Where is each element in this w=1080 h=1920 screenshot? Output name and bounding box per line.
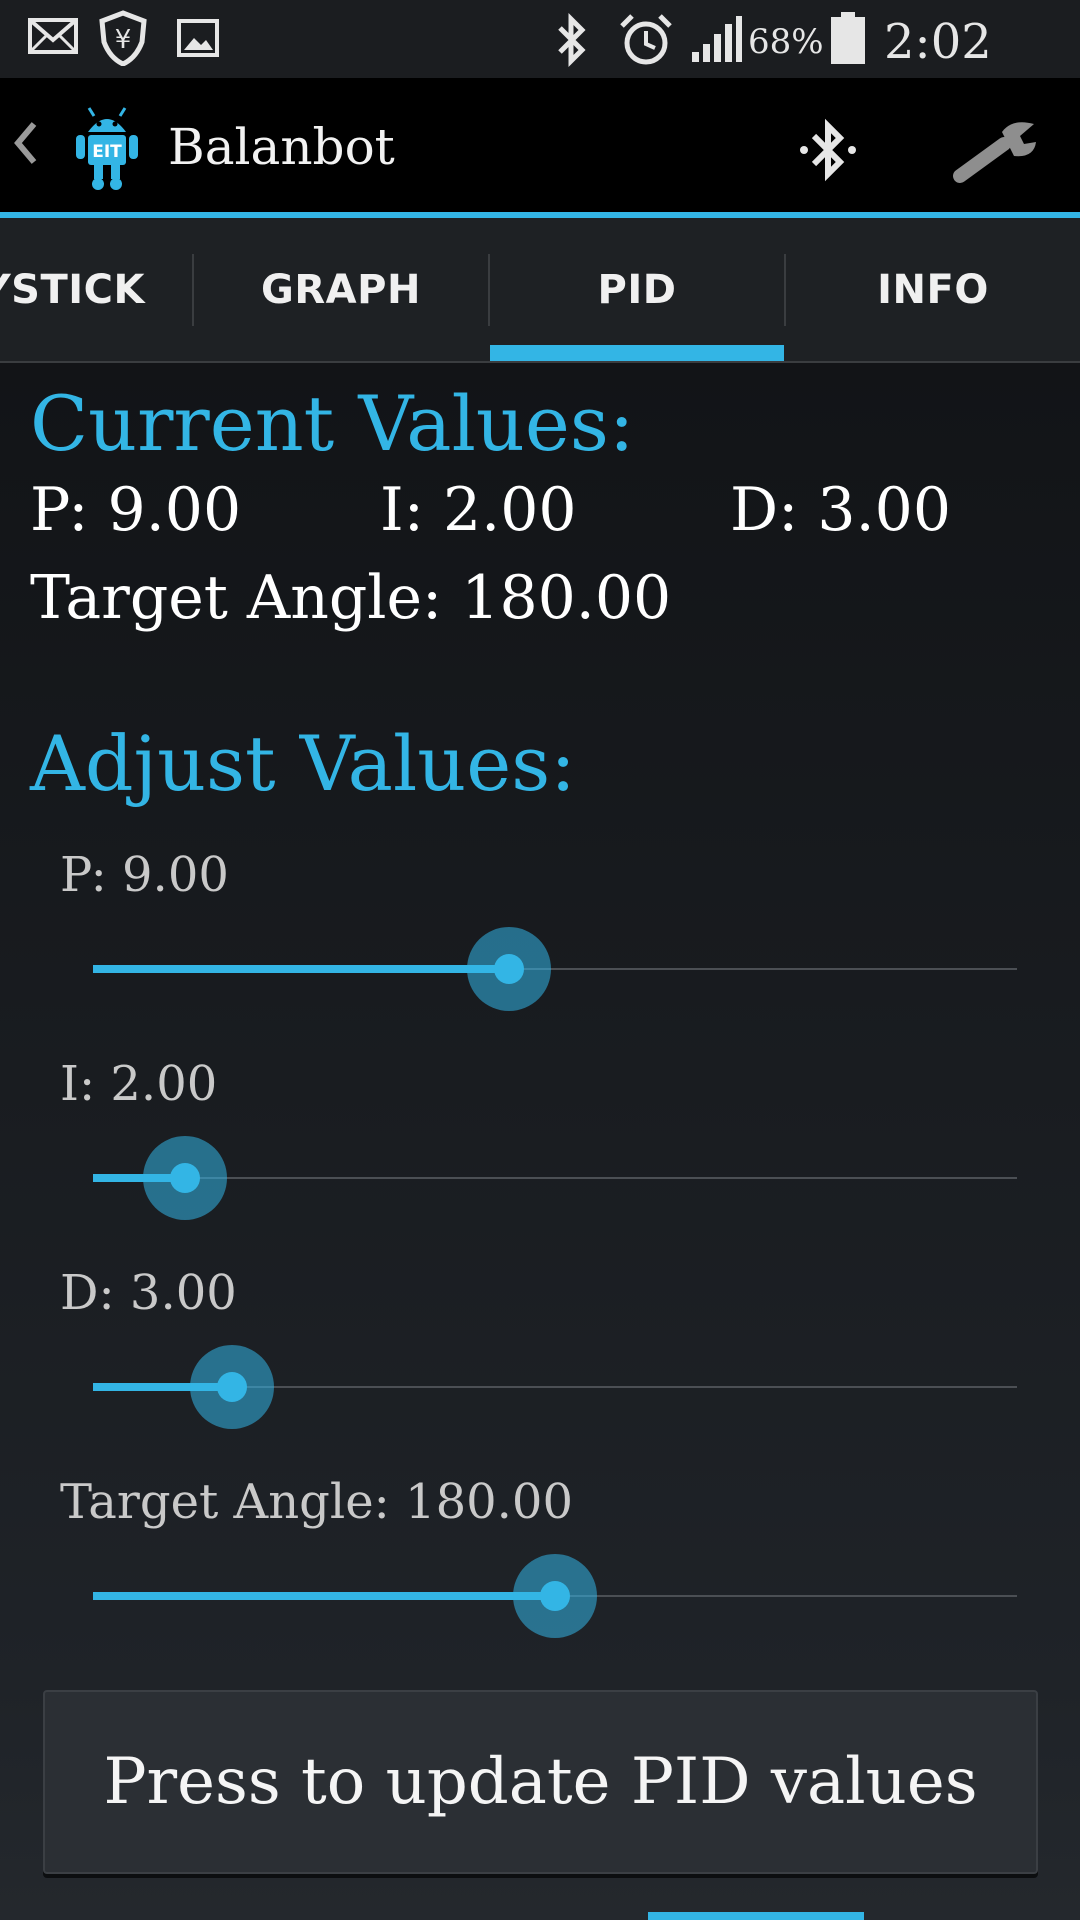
back-chevron-icon[interactable] <box>10 118 38 172</box>
slider-thumb[interactable] <box>217 1372 247 1402</box>
shield-icon: ¥ <box>98 10 148 70</box>
battery-percent: 68% <box>748 22 824 62</box>
p-slider[interactable] <box>93 924 1017 1014</box>
d-slider[interactable] <box>93 1342 1017 1432</box>
bluetooth-connect-icon[interactable] <box>796 114 860 190</box>
slider-fill <box>93 965 509 973</box>
bluetooth-icon <box>552 12 592 72</box>
p-slider-label: P: 9.00 <box>60 847 229 903</box>
tab-joystick[interactable]: YSTICK <box>0 218 192 361</box>
signal-icon <box>690 14 742 68</box>
slider-thumb[interactable] <box>540 1581 570 1611</box>
tab-info[interactable]: INFO <box>786 218 1080 361</box>
app-logo-icon[interactable]: EIT <box>72 102 142 196</box>
current-values-heading: Current Values: <box>30 379 635 468</box>
slider-thumb[interactable] <box>494 954 524 984</box>
status-bar: ¥ 68% 2:02 PM <box>0 0 1080 126</box>
action-bar: EIT Balanbot <box>0 78 1080 218</box>
wrench-icon[interactable] <box>952 114 1042 190</box>
adjust-values-heading: Adjust Values: <box>30 719 576 808</box>
image-icon <box>176 18 220 62</box>
battery-icon <box>830 10 866 70</box>
app-title: Balanbot <box>168 118 395 176</box>
d-slider-label: D: 3.00 <box>60 1265 237 1321</box>
current-i-value: I: 2.00 <box>380 475 577 545</box>
mail-icon <box>28 16 78 60</box>
slider-fill <box>93 1592 555 1600</box>
i-slider[interactable] <box>93 1133 1017 1223</box>
i-slider-label: I: 2.00 <box>60 1056 218 1112</box>
slider-thumb[interactable] <box>170 1163 200 1193</box>
tab-pid[interactable]: PID <box>490 218 784 361</box>
current-target-angle: Target Angle: 180.00 <box>30 563 672 633</box>
tab-graph[interactable]: GRAPH <box>194 218 488 361</box>
update-pid-button[interactable]: Press to update PID values <box>43 1690 1038 1874</box>
selected-tab-indicator <box>490 345 784 361</box>
target-angle-slider-label: Target Angle: 180.00 <box>60 1474 573 1530</box>
tab-bar: YSTICK GRAPH PID INFO <box>0 218 1080 363</box>
pid-panel: Current Values: P: 9.00 I: 2.00 D: 3.00 … <box>0 363 1080 1920</box>
current-d-value: D: 3.00 <box>730 475 951 545</box>
alarm-icon <box>618 12 674 72</box>
slider-track <box>93 1177 1017 1179</box>
target-angle-slider[interactable] <box>93 1551 1017 1641</box>
current-p-value: P: 9.00 <box>30 475 242 545</box>
logo-text: EIT <box>92 142 122 162</box>
bottom-indicator <box>648 1912 864 1920</box>
svg-text:¥: ¥ <box>115 25 132 55</box>
